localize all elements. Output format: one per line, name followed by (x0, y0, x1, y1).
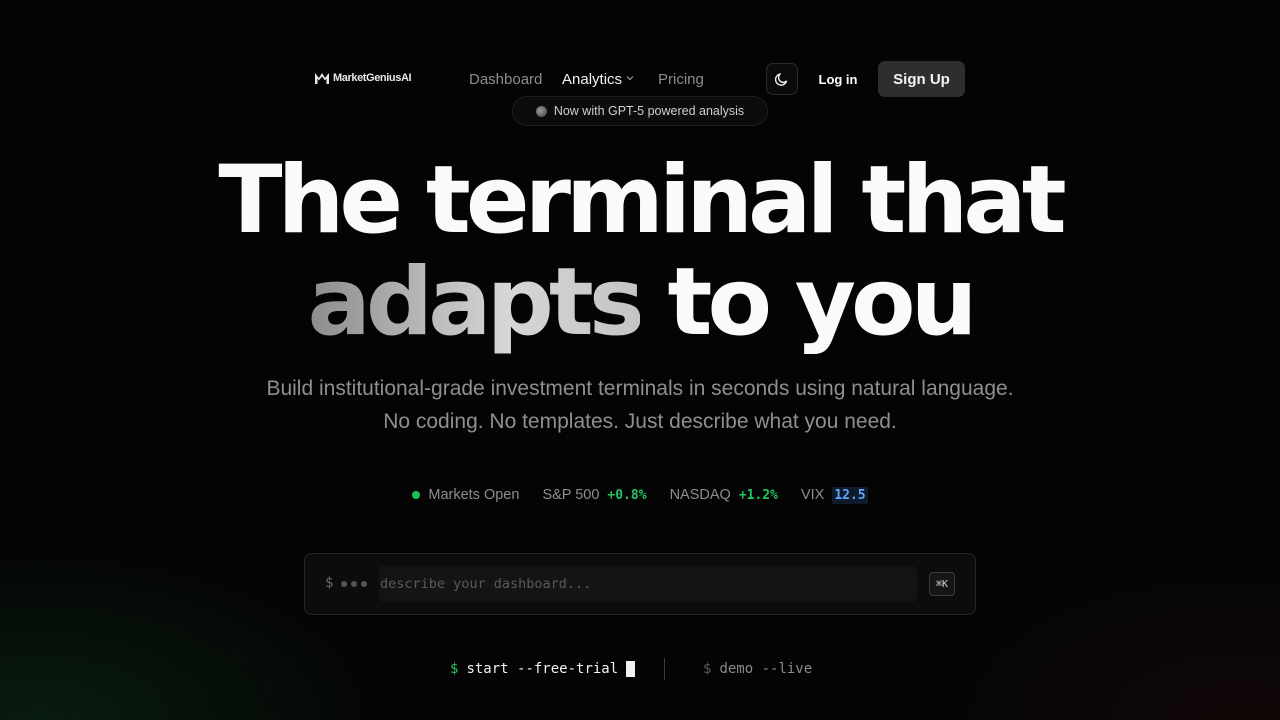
typing-dots-icon (341, 581, 367, 587)
hero-title-highlight: adapts (307, 248, 644, 357)
hero-subtitle: Build institutional-grade investment ter… (0, 372, 1280, 438)
ticker-name: VIX (800, 487, 825, 503)
market-open-status: Markets Open (412, 487, 519, 503)
badge-dot-icon (535, 105, 547, 117)
cta-divider (664, 658, 665, 680)
ticker-sp500: S&P 500 +0.8% (542, 487, 646, 503)
login-button[interactable]: Log in (808, 61, 868, 97)
market-status-strip: Markets Open S&P 500 +0.8% NASDAQ +1.2% … (0, 485, 1280, 505)
nav-link-dashboard[interactable]: Dashboard (469, 71, 542, 88)
chevron-down-icon (626, 76, 634, 81)
command-label: demo --live (719, 661, 813, 677)
logo[interactable]: MarketGeniusAI (314, 70, 412, 86)
live-demo-button[interactable]: $ demo --live (703, 659, 812, 679)
ticker-value: 12.5 (832, 486, 868, 504)
ticker-change: +1.2% (738, 487, 778, 503)
ticker-name: NASDAQ (669, 487, 731, 503)
badge-text: Now with GPT-5 powered analysis (553, 104, 745, 118)
ticker-nasdaq: NASDAQ +1.2% (670, 487, 778, 503)
nav-link-analytics-label: Analytics (562, 71, 623, 88)
hero-title-line2: adapts to you (0, 252, 1280, 354)
prompt-terminal: $ ⌘K (304, 553, 976, 615)
shortcut-key-hint: ⌘K (929, 572, 955, 596)
nav-link-analytics[interactable]: Analytics (562, 71, 635, 88)
top-navigation: MarketGeniusAI Dashboard Analytics Prici… (0, 0, 1280, 160)
command-prompt-sign: $ (703, 661, 712, 677)
command-prompt-sign: $ (450, 661, 459, 677)
ticker-vix: VIX 12.5 (800, 486, 868, 504)
start-free-trial-button[interactable]: $ start --free-trial (450, 659, 636, 679)
ticker-change: +0.8% (607, 487, 647, 503)
cursor-block-icon (626, 661, 636, 677)
logo-text: MarketGeniusAI (333, 72, 412, 84)
logo-mark-icon (315, 73, 329, 84)
terminal-prompt-sign: $ (325, 575, 334, 591)
hero-subtitle-line1: Build institutional-grade investment ter… (266, 377, 1014, 400)
status-dot-icon (412, 491, 421, 499)
hero-subtitle-line2: No coding. No templates. Just describe w… (383, 410, 897, 433)
market-status-label: Markets Open (428, 487, 520, 503)
announcement-badge[interactable]: Now with GPT-5 powered analysis (512, 96, 768, 126)
hero-title-rest: to you (667, 248, 978, 357)
hero-title: The terminal that adapts to you (0, 150, 1280, 354)
command-label: start --free-trial (466, 661, 619, 677)
hero-title-line1: The terminal that (218, 146, 1066, 255)
ticker-name: S&P 500 (542, 487, 600, 503)
nav-link-pricing[interactable]: Pricing (658, 71, 704, 88)
moon-icon (774, 73, 788, 86)
dashboard-prompt-input[interactable] (379, 566, 917, 602)
theme-toggle-button[interactable] (766, 63, 798, 95)
signup-button[interactable]: Sign Up (878, 61, 965, 97)
